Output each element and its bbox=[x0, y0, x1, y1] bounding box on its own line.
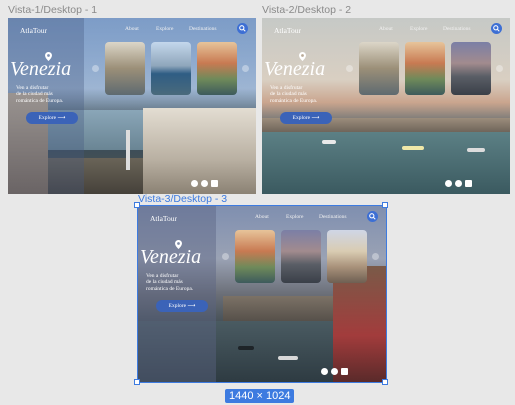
explore-button-label: Explore bbox=[292, 115, 311, 121]
explore-button-label: Explore bbox=[38, 115, 57, 121]
nav-about[interactable]: About bbox=[125, 26, 139, 32]
resize-handle-bottom-right[interactable] bbox=[382, 379, 388, 385]
arrow-right-icon: ⟶ bbox=[57, 115, 66, 121]
carousel-prev-button[interactable] bbox=[346, 65, 353, 72]
social-links bbox=[445, 180, 472, 187]
frame-2-label[interactable]: Vista-2/Desktop - 2 bbox=[262, 4, 351, 16]
destination-card[interactable] bbox=[105, 42, 145, 95]
logo[interactable]: AtlaTour bbox=[20, 26, 47, 35]
hero-title: Venezia bbox=[10, 58, 72, 80]
hero-side-panel bbox=[8, 18, 84, 194]
destination-card[interactable] bbox=[151, 42, 191, 95]
nav-explore[interactable]: Explore bbox=[410, 26, 427, 32]
carousel-next-button[interactable] bbox=[242, 65, 249, 72]
arrow-right-icon: ⟶ bbox=[311, 115, 320, 121]
facebook-icon[interactable] bbox=[191, 180, 198, 187]
selection-outline bbox=[137, 205, 387, 383]
resize-handle-bottom-left[interactable] bbox=[134, 379, 140, 385]
nav-about[interactable]: About bbox=[379, 26, 393, 32]
hero-title: Venezia bbox=[264, 58, 326, 80]
carousel-next-button[interactable] bbox=[496, 65, 503, 72]
canal-water bbox=[262, 132, 510, 194]
subtitle-line: romántica de Europa. bbox=[270, 97, 318, 104]
nav-destinations[interactable]: Destinations bbox=[443, 26, 471, 32]
frame-3-label[interactable]: Vista-3/Desktop - 3 bbox=[138, 193, 227, 205]
nav-explore[interactable]: Explore bbox=[156, 26, 173, 32]
twitter-icon[interactable] bbox=[465, 180, 472, 187]
search-button[interactable] bbox=[491, 23, 502, 34]
social-links bbox=[191, 180, 218, 187]
instagram-icon[interactable] bbox=[201, 180, 208, 187]
search-icon bbox=[493, 25, 500, 32]
twitter-icon[interactable] bbox=[211, 180, 218, 187]
hero-subtitle: Ven a disfrutar de la ciudad más románti… bbox=[16, 85, 63, 104]
frame-1-label[interactable]: Vista-1/Desktop - 1 bbox=[8, 4, 97, 16]
explore-button[interactable]: Explore ⟶ bbox=[26, 112, 78, 124]
boat bbox=[402, 146, 424, 150]
nav-destinations[interactable]: Destinations bbox=[189, 26, 217, 32]
boat bbox=[467, 148, 485, 152]
facebook-icon[interactable] bbox=[445, 180, 452, 187]
destination-card[interactable] bbox=[405, 42, 445, 95]
destination-card[interactable] bbox=[359, 42, 399, 95]
resize-handle-top-right[interactable] bbox=[382, 202, 388, 208]
search-button[interactable] bbox=[237, 23, 248, 34]
frame-desktop-1[interactable]: AtlaTour About Explore Destinations Vene… bbox=[8, 18, 256, 194]
resize-handle-top-left[interactable] bbox=[134, 202, 140, 208]
carousel-prev-button[interactable] bbox=[92, 65, 99, 72]
dimensions-badge: 1440 × 1024 bbox=[225, 389, 295, 403]
destination-card[interactable] bbox=[197, 42, 237, 95]
hero-subtitle: Ven a disfrutar de la ciudad más románti… bbox=[270, 85, 317, 104]
instagram-icon[interactable] bbox=[455, 180, 462, 187]
search-icon bbox=[239, 25, 246, 32]
destination-card[interactable] bbox=[451, 42, 491, 95]
boat bbox=[322, 140, 336, 144]
column bbox=[126, 130, 130, 170]
logo[interactable]: AtlaTour bbox=[274, 26, 301, 35]
subtitle-line: romántica de Europa. bbox=[16, 97, 64, 104]
frame-desktop-2[interactable]: AtlaTour About Explore Destinations Vene… bbox=[262, 18, 510, 194]
explore-button[interactable]: Explore ⟶ bbox=[280, 112, 332, 124]
